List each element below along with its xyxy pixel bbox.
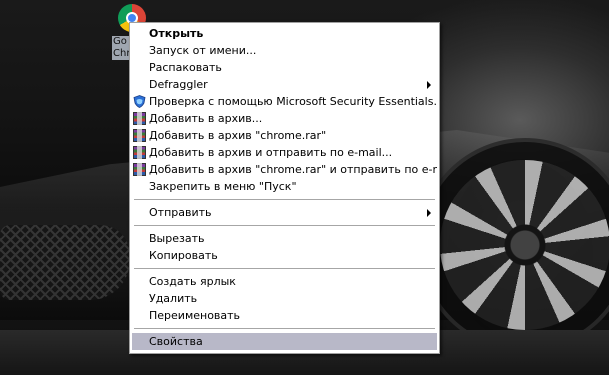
menu-item-label: Создать ярлык (149, 275, 236, 288)
menu-item-label: Добавить в архив "chrome.rar" (149, 129, 327, 142)
menu-separator (134, 328, 435, 329)
menu-item-properties[interactable]: Свойства (132, 333, 437, 350)
winrar-icon (133, 163, 146, 176)
submenu-arrow-icon (427, 209, 431, 217)
menu-item-label: Отправить (149, 206, 212, 219)
menu-item-copy[interactable]: Копировать (132, 247, 437, 264)
menu-item-label: Запуск от имени... (149, 44, 257, 57)
security-essentials-icon (133, 95, 146, 108)
winrar-icon (133, 146, 146, 159)
menu-item-pin-to-start[interactable]: Закрепить в меню "Пуск" (132, 178, 437, 195)
menu-item-label: Копировать (149, 249, 218, 262)
menu-item-extract[interactable]: Распаковать (132, 59, 437, 76)
menu-separator (134, 225, 435, 226)
menu-item-label: Удалить (149, 292, 198, 305)
context-menu: Открыть Запуск от имени... Распаковать D… (129, 22, 440, 354)
menu-item-label: Свойства (149, 335, 203, 348)
submenu-arrow-icon (427, 81, 431, 89)
menu-item-rename[interactable]: Переименовать (132, 307, 437, 324)
menu-item-label: Добавить в архив "chrome.rar" и отправит… (149, 163, 437, 176)
wallpaper-car-grille (0, 225, 130, 300)
menu-item-mse-scan[interactable]: Проверка с помощью Microsoft Security Es… (132, 93, 437, 110)
winrar-icon (133, 129, 146, 142)
menu-item-send-to[interactable]: Отправить (132, 204, 437, 221)
menu-item-label: Вырезать (149, 232, 205, 245)
menu-item-label: Defraggler (149, 78, 208, 91)
menu-item-label: Проверка с помощью Microsoft Security Es… (149, 95, 437, 108)
desktop: Go Chr Открыть Запуск от имени... Распак… (0, 0, 609, 375)
menu-item-add-chrome-rar-and-email[interactable]: Добавить в архив "chrome.rar" и отправит… (132, 161, 437, 178)
menu-item-run-as[interactable]: Запуск от имени... (132, 42, 437, 59)
menu-item-label: Распаковать (149, 61, 222, 74)
menu-item-add-to-chrome-rar[interactable]: Добавить в архив "chrome.rar" (132, 127, 437, 144)
menu-item-delete[interactable]: Удалить (132, 290, 437, 307)
menu-item-create-shortcut[interactable]: Создать ярлык (132, 273, 437, 290)
menu-item-label: Открыть (149, 27, 204, 40)
menu-item-cut[interactable]: Вырезать (132, 230, 437, 247)
menu-item-open[interactable]: Открыть (132, 25, 437, 42)
menu-item-label: Добавить в архив... (149, 112, 263, 125)
menu-item-label: Закрепить в меню "Пуск" (149, 180, 297, 193)
menu-item-add-and-email[interactable]: Добавить в архив и отправить по e-mail..… (132, 144, 437, 161)
menu-separator (134, 268, 435, 269)
menu-separator (134, 199, 435, 200)
menu-item-defraggler[interactable]: Defraggler (132, 76, 437, 93)
menu-item-label: Добавить в архив и отправить по e-mail..… (149, 146, 393, 159)
menu-item-label: Переименовать (149, 309, 241, 322)
menu-item-add-to-archive[interactable]: Добавить в архив... (132, 110, 437, 127)
wallpaper-car-wheel (440, 160, 609, 330)
winrar-icon (133, 112, 146, 125)
